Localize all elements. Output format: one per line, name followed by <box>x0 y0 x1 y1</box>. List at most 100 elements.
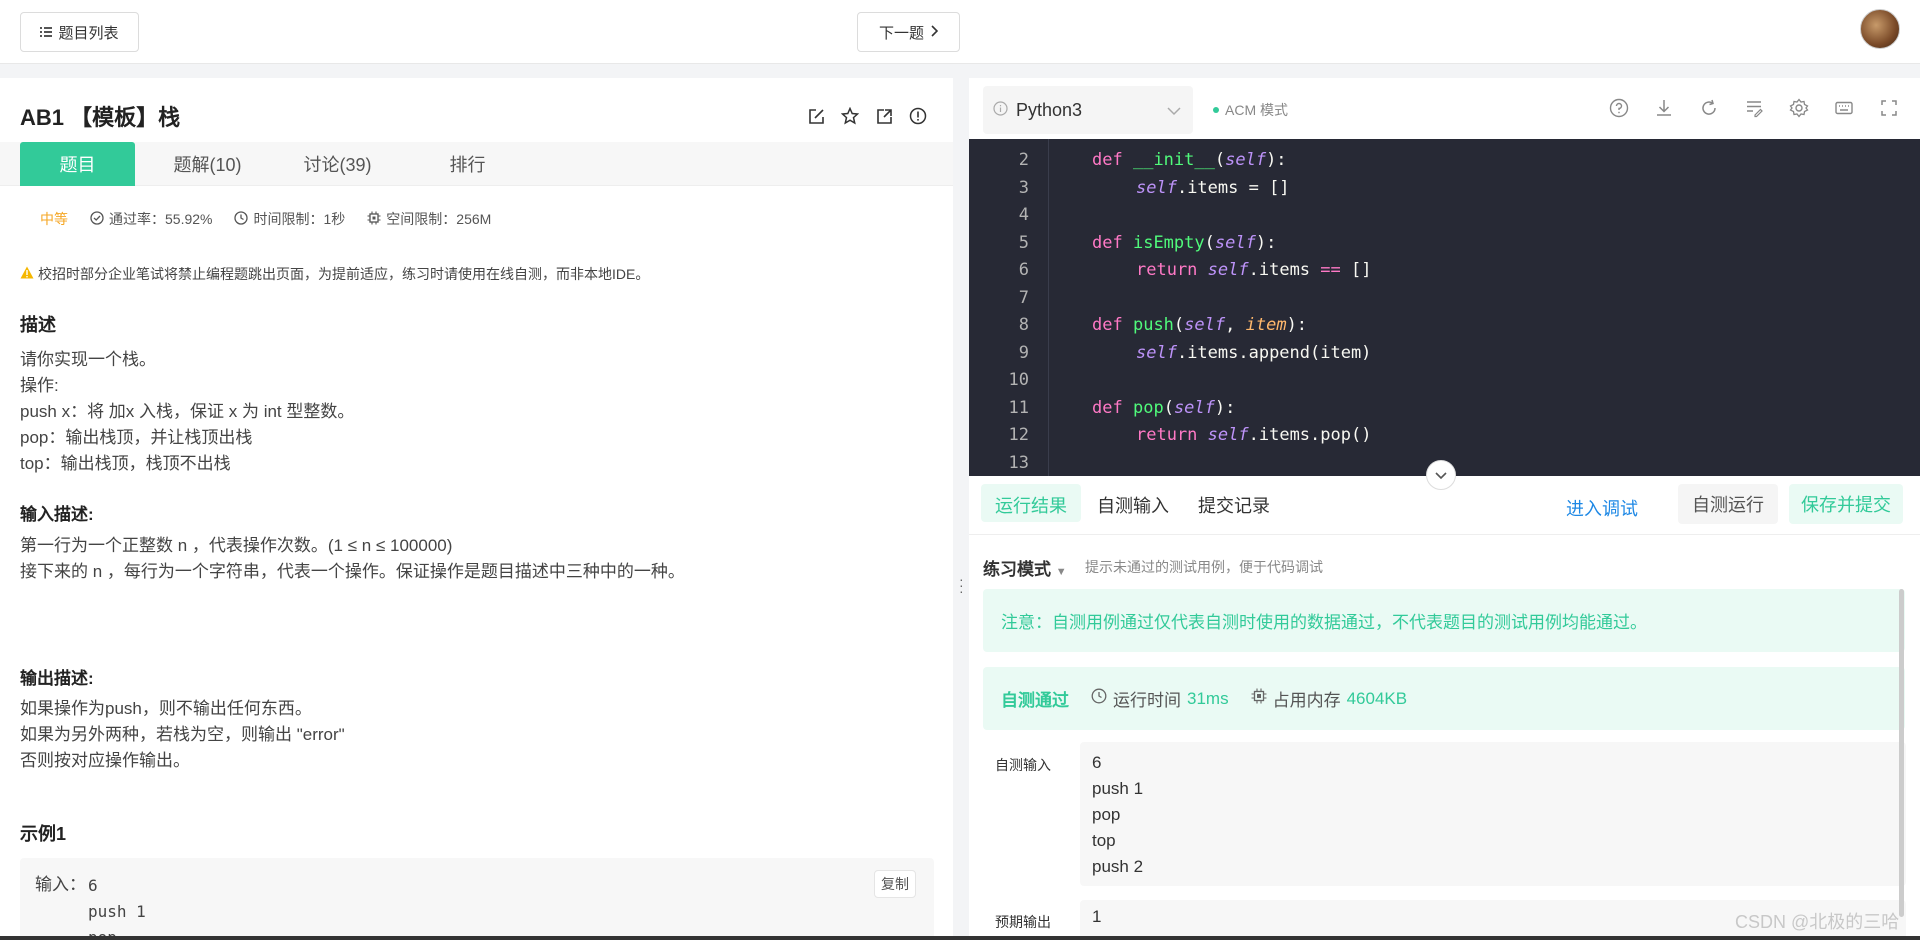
description-body: 请你实现一个栈。 操作: push x：将 加x 入栈，保证 x 为 int 型… <box>20 347 354 477</box>
tab-submission-history[interactable]: 提交记录 <box>1198 492 1270 518</box>
tab-custom-input[interactable]: 自测输入 <box>1097 492 1169 518</box>
result-tabs: 运行结果 自测输入 提交记录 进入调试 自测运行 保存并提交 <box>969 476 1920 535</box>
list-icon <box>40 24 53 41</box>
time-limit: 时间限制：1秒 <box>234 209 345 229</box>
line-number: 5 <box>1018 232 1029 253</box>
warning-text: 校招时部分企业笔试将禁止编程题跳出页面，为提前适应，练习时请使用在线自测，而非本… <box>38 266 650 282</box>
problem-meta: 中等 通过率：55.92% 时间限制：1秒 空间限制：256M <box>40 209 491 229</box>
fullscreen-icon[interactable] <box>1879 98 1899 121</box>
clock-icon <box>234 210 249 228</box>
description-heading: 描述 <box>20 315 56 335</box>
problem-panel: AB1 【模板】栈 题目 题解(10) 讨论(39) 排行 中等 通过率：55.… <box>0 78 953 940</box>
language-value: Python3 <box>1016 99 1083 120</box>
format-icon[interactable] <box>1744 98 1764 121</box>
code-line: def __init__(self): <box>1092 150 1287 170</box>
warning-notice: 校招时部分企业笔试将禁止编程题跳出页面，为提前适应，练习时请使用在线自测，而非本… <box>20 264 649 284</box>
tab-ranking[interactable]: 排行 <box>410 142 525 186</box>
drag-handle-icon[interactable]: · · · <box>959 572 964 598</box>
avatar[interactable] <box>1860 9 1900 49</box>
self-test-input-text: 6 push 1 pop top push 2 <box>1092 753 1144 876</box>
input-description-body: 第一行为一个正整数 n ，代表操作次数。(1 ≤ n ≤ 100000) 接下来… <box>20 533 685 585</box>
save-submit-button[interactable]: 保存并提交 <box>1789 484 1903 524</box>
space-limit: 空间限制：256M <box>367 209 491 229</box>
output-desc-line: 如果操作为push，则不输出任何东西。 <box>20 699 312 718</box>
practice-mode-hint: 提示未通过的测试用例，便于代码调试 <box>1085 559 1323 575</box>
self-test-input-label: 自测输入 <box>995 757 1051 773</box>
time-limit-text: 时间限制：1秒 <box>253 211 346 227</box>
tab-discussion[interactable]: 讨论(39) <box>280 142 395 186</box>
enter-debug-button[interactable]: 进入调试 <box>1566 495 1638 521</box>
memory-label: 占用内存 <box>1272 691 1341 710</box>
notice-banner: 注意：自测用例通过仅代表自测时使用的数据通过，不代表题目的测试用例均能通过。 <box>983 589 1905 652</box>
reset-icon[interactable] <box>1699 98 1719 121</box>
line-number: 12 <box>1008 425 1029 445</box>
acm-mode-label: ACM 模式 <box>1225 102 1288 118</box>
download-icon[interactable] <box>1654 98 1674 121</box>
copy-button[interactable]: 复制 <box>874 870 916 898</box>
code-line: def pop(self): <box>1092 397 1236 418</box>
line-number: 11 <box>1008 397 1029 418</box>
keyboard-icon[interactable] <box>1834 98 1854 121</box>
expected-output-label: 预期输出 <box>995 914 1051 930</box>
code-line: self.items = [] <box>1136 177 1290 198</box>
input-description-heading: 输入描述: <box>20 505 94 524</box>
self-test-input: 6 push 1 pop top push 2 <box>1080 742 1906 886</box>
problem-actions <box>806 106 928 126</box>
run-time: 运行时间 31ms <box>1091 686 1229 711</box>
run-time-label: 运行时间 <box>1113 691 1181 710</box>
panel-resizer[interactable]: · · · <box>953 78 969 940</box>
run-time-value: 31ms <box>1187 688 1229 708</box>
tab-solutions[interactable]: 题解(10) <box>150 142 265 186</box>
problem-list-button[interactable]: 题目列表 <box>20 12 139 52</box>
code-editor[interactable]: 2 3 4 5 6 7 8 9 10 11 12 13 def __init__… <box>969 139 1920 476</box>
editor-icons <box>1609 98 1899 121</box>
chevron-down-icon <box>1167 100 1181 121</box>
edit-icon[interactable] <box>806 106 826 126</box>
acm-mode[interactable]: ACM 模式 <box>1213 100 1288 120</box>
watermark: CSDN @北极的三哈 <box>1735 912 1900 932</box>
line-gutter: 2 3 4 5 6 7 8 9 10 11 12 13 <box>969 139 1049 476</box>
pass-rate-text: 通过率：55.92% <box>109 211 213 227</box>
desc-line: 请你实现一个栈。 <box>20 350 156 369</box>
space-limit-text: 空间限制：256M <box>386 211 492 227</box>
example-box: 输入： 6 push 1 pop 复制 <box>20 858 934 940</box>
code-line: def isEmpty(self): <box>1092 232 1277 253</box>
desc-line: 操作: <box>20 376 59 395</box>
star-icon[interactable] <box>840 106 860 126</box>
output-desc-line: 否则按对应操作输出。 <box>20 751 190 770</box>
code-line: return self.items.pop() <box>1136 425 1372 445</box>
warning-icon <box>20 266 34 282</box>
pass-status: 自测通过 <box>1001 691 1069 710</box>
check-circle-icon <box>90 210 104 228</box>
tab-problem[interactable]: 题目 <box>20 142 135 186</box>
desc-line: top：输出栈顶，栈顶不出栈 <box>20 454 231 473</box>
info-icon <box>993 100 1008 121</box>
chip-icon <box>367 211 381 228</box>
editor-panel: Python3 ACM 模式 2 3 4 5 6 7 8 9 10 11 12 … <box>969 78 1920 940</box>
self-run-button[interactable]: 自测运行 <box>1678 484 1778 524</box>
editor-toolbar: Python3 ACM 模式 <box>969 78 1920 139</box>
settings-icon[interactable] <box>1789 98 1809 121</box>
code-line: self.items.append(item) <box>1136 342 1372 363</box>
language-select[interactable]: Python3 <box>983 86 1193 134</box>
line-number: 8 <box>1018 315 1029 335</box>
memory-usage: 占用内存 4604KB <box>1251 686 1407 711</box>
report-icon[interactable] <box>908 106 928 126</box>
help-icon[interactable] <box>1609 98 1629 121</box>
example-heading: 示例1 <box>20 824 67 844</box>
code-line: def push(self, item): <box>1092 315 1308 335</box>
difficulty-badge: 中等 <box>40 211 68 227</box>
line-number: 3 <box>1018 177 1029 198</box>
practice-mode-label: 练习模式 <box>983 560 1051 579</box>
next-problem-button[interactable]: 下一题 <box>857 12 960 52</box>
input-desc-line: 第一行为一个正整数 n ，代表操作次数。(1 ≤ n ≤ 100000) <box>20 536 453 555</box>
line-number: 10 <box>1008 370 1029 390</box>
line-number: 2 <box>1018 150 1029 170</box>
share-icon[interactable] <box>874 106 894 126</box>
practice-mode-select[interactable]: 练习模式 ▼ <box>983 555 1067 580</box>
line-number: 6 <box>1018 260 1029 280</box>
top-bar: 题目列表 下一题 <box>0 0 1920 64</box>
pass-rate: 通过率：55.92% <box>90 209 212 229</box>
result-scrollbar[interactable] <box>1899 589 1904 917</box>
tab-run-result[interactable]: 运行结果 <box>981 484 1081 522</box>
